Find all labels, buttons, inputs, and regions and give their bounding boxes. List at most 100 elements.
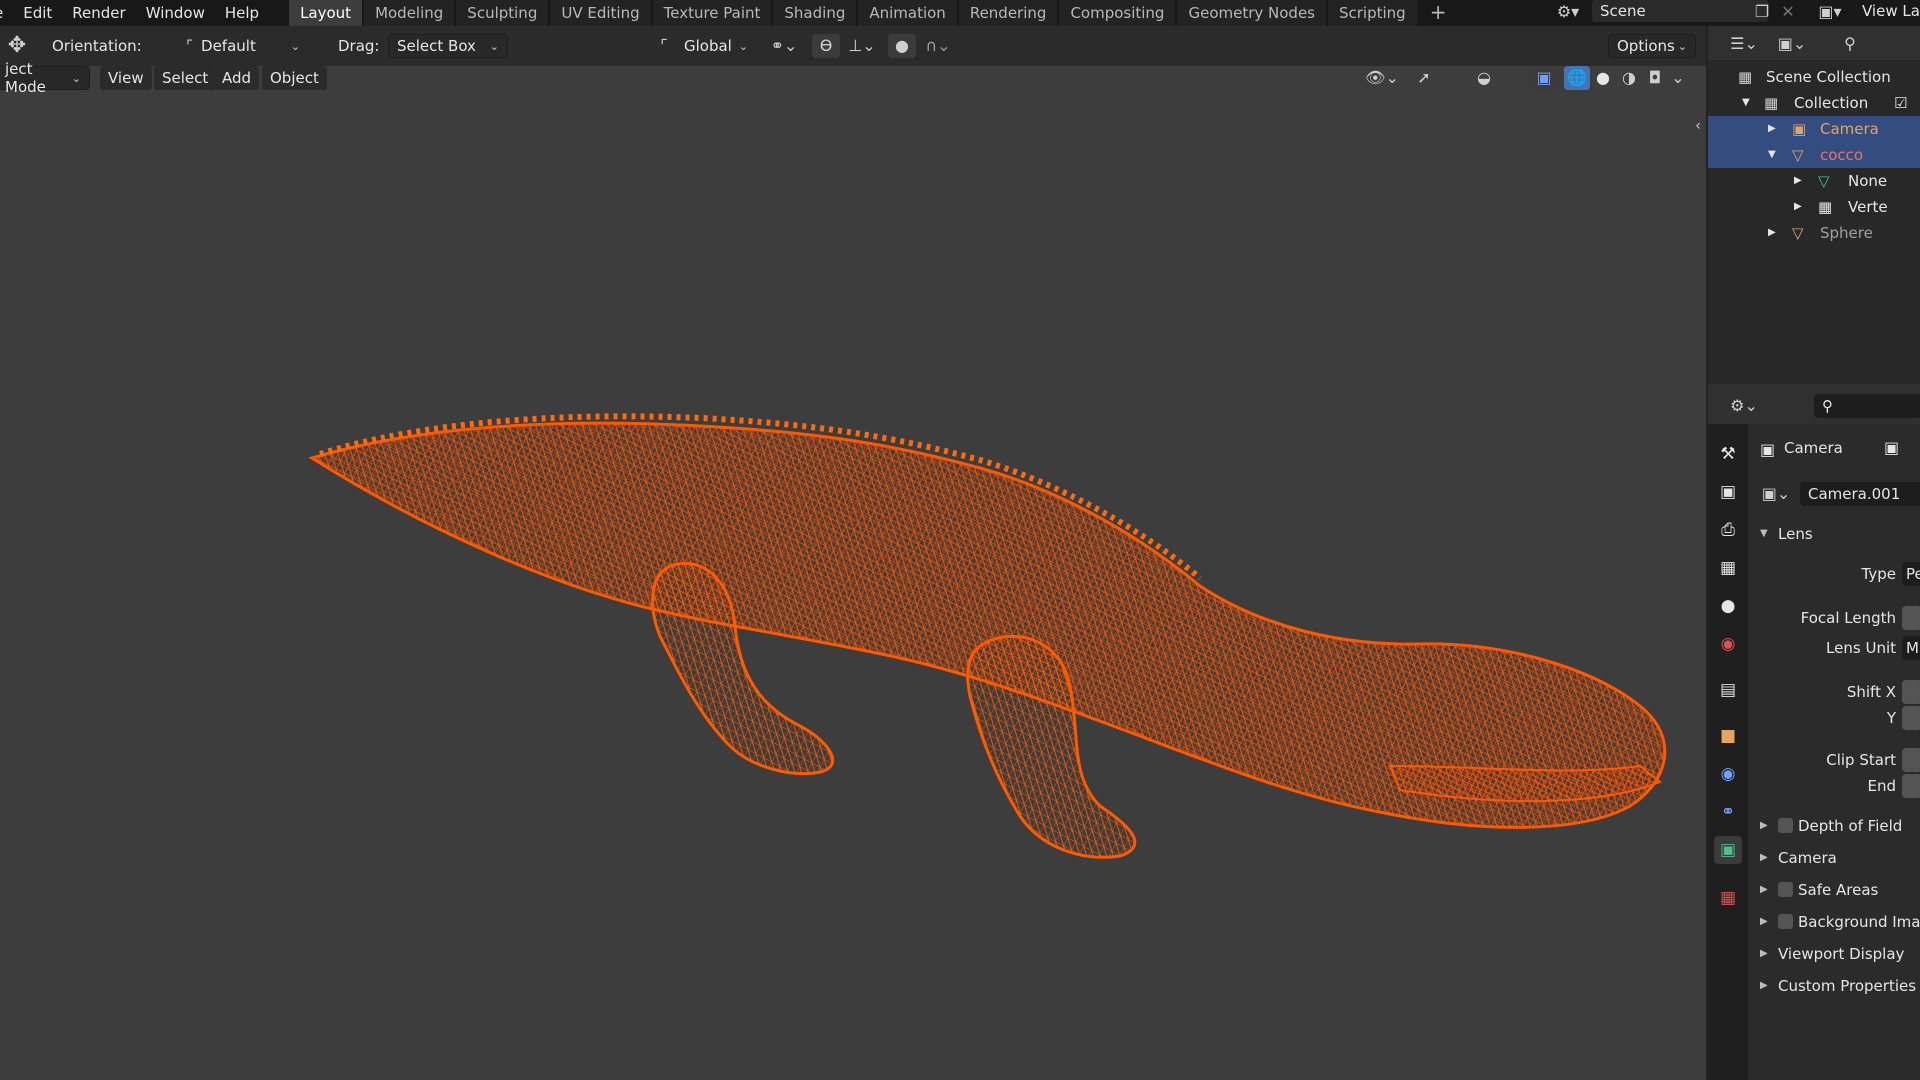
camera-icon: ▣ [1792, 120, 1807, 138]
type-label: Type [1861, 565, 1896, 583]
menu-help[interactable]: Help [215, 0, 269, 26]
collection-icon: ▦ [1764, 94, 1779, 112]
filter-icon[interactable]: ▣⌄ [1772, 32, 1812, 56]
clip-end-field[interactable] [1902, 774, 1920, 798]
drag-dropdown[interactable]: Select Box ⌄ [388, 34, 508, 58]
tab-rendering[interactable]: Rendering [958, 0, 1058, 26]
camera-data-tab-icon[interactable]: ▣ [1714, 836, 1742, 864]
collection-tab-icon[interactable]: ▤ [1714, 676, 1742, 704]
falloff-icon[interactable]: ∩⌄ [918, 34, 958, 58]
tool-tab-icon[interactable]: ⚒ [1714, 440, 1742, 468]
tool-settings-bar: ✥ Orientation: ⌜ Default ⌄ Drag: Select … [0, 26, 1708, 66]
clip-start-field[interactable] [1902, 748, 1920, 772]
options-dropdown[interactable]: Options ⌄ [1608, 34, 1696, 58]
crocodile-body [308, 413, 1667, 829]
right-editors: ☰⌄ ▣⌄ ⚲ ▦ Scene Collection ▼ ▦ Collectio… [1706, 26, 1920, 1080]
tab-layout[interactable]: Layout [289, 0, 363, 26]
menu-window[interactable]: Window [136, 0, 215, 26]
safe-areas-checkbox[interactable] [1778, 882, 1793, 897]
outliner-item-cocco[interactable]: ▼ ▽ cocco [1708, 142, 1920, 168]
panel-depth-of-field[interactable]: Depth of Field [1798, 814, 1902, 838]
scene-name: Scene [1600, 2, 1646, 20]
snap-target-icon[interactable]: ⊥⌄ [842, 34, 882, 58]
search-icon[interactable]: ⚲ [1838, 32, 1862, 56]
view-layer-icon[interactable]: ▣▾ [1812, 0, 1848, 24]
tab-geometry-nodes[interactable]: Geometry Nodes [1177, 0, 1326, 26]
depth-of-field-checkbox[interactable] [1778, 818, 1793, 833]
add-workspace-button[interactable]: + [1419, 0, 1458, 26]
panel-custom-properties[interactable]: Custom Properties [1778, 974, 1916, 998]
orientation-dropdown[interactable]: ⌜ Default ⌄ [178, 34, 308, 58]
outliner-item-none[interactable]: ▶ ▽ None [1708, 168, 1920, 194]
shift-y-field[interactable] [1902, 706, 1920, 730]
top-bar: e Edit Render Window Help Layout Modelin… [0, 0, 1920, 26]
lens-type-dropdown[interactable]: Persp [1902, 562, 1920, 586]
menu-render[interactable]: Render [62, 0, 135, 26]
camera-datablock-field[interactable]: Camera.001 [1800, 482, 1920, 506]
scene-tab-icon[interactable]: ● [1714, 592, 1742, 620]
panel-viewport-display[interactable]: Viewport Display [1778, 942, 1904, 966]
tab-modeling[interactable]: Modeling [364, 0, 455, 26]
datablock-browse-icon[interactable]: ▣⌄ [1758, 482, 1794, 506]
view-layer-name[interactable]: View La [1862, 0, 1920, 22]
outliner-item-scene-collection[interactable]: ▦ Scene Collection [1708, 64, 1920, 90]
menu-file[interactable]: e [0, 0, 13, 26]
properties-search-input[interactable]: ⚲ [1814, 394, 1920, 418]
lens-unit-value: Millim [1906, 639, 1920, 657]
snap-icon[interactable]: ϴ [812, 34, 840, 58]
tab-texture-paint[interactable]: Texture Paint [652, 0, 772, 26]
tab-animation[interactable]: Animation [858, 0, 957, 26]
outliner-item-vertex-groups[interactable]: ▶ ▦ Verte [1708, 194, 1920, 220]
object-tab-icon[interactable]: ■ [1714, 722, 1742, 750]
expand-right-icon: ▶ [1760, 820, 1768, 831]
tab-scripting[interactable]: Scripting [1328, 0, 1417, 26]
mesh-data-icon: ▽ [1818, 172, 1830, 190]
tab-compositing[interactable]: Compositing [1059, 0, 1176, 26]
collection-icon: ▦ [1738, 68, 1753, 86]
lens-panel-title[interactable]: Lens [1778, 522, 1813, 546]
properties-header: ⚙⌄ ⚲ [1708, 390, 1920, 424]
background-images-checkbox[interactable] [1778, 914, 1793, 929]
clip-end-label: End [1867, 777, 1896, 795]
transform-orientation-dropdown[interactable]: Global ⌄ [676, 34, 756, 58]
3d-viewport[interactable]: ject Mode ⌄ View Select Add Object 👁⌄ ➚ … [0, 60, 1706, 1080]
constraints-tab-icon[interactable]: ⚭ [1714, 798, 1742, 826]
move-tool-icon[interactable]: ✥ [2, 34, 32, 58]
tab-sculpting[interactable]: Sculpting [456, 0, 549, 26]
mesh-icon: ▽ [1792, 146, 1804, 164]
editor-type-icon[interactable]: ⚙⌄ [1724, 394, 1764, 418]
render-tab-icon[interactable]: ▣ [1714, 478, 1742, 506]
lens-unit-dropdown[interactable]: Millim [1902, 636, 1920, 660]
world-tab-icon[interactable]: ◉ [1714, 630, 1742, 658]
chevron-down-icon: ⌄ [290, 39, 300, 53]
scene-selector[interactable]: Scene [1592, 0, 1768, 22]
outliner-item-label: Scene Collection [1766, 68, 1891, 86]
proportional-edit-icon[interactable]: ● [888, 34, 916, 58]
display-mode-icon[interactable]: ☰⌄ [1724, 32, 1764, 56]
transform-value: Global [684, 37, 732, 55]
tab-shading[interactable]: Shading [773, 0, 857, 26]
tab-uv-editing[interactable]: UV Editing [550, 0, 651, 26]
panel-background-images[interactable]: Background Imag [1798, 910, 1920, 934]
focal-length-field[interactable] [1902, 606, 1920, 630]
output-tab-icon[interactable]: ⎙ [1714, 516, 1742, 544]
panel-safe-areas[interactable]: Safe Areas [1798, 878, 1878, 902]
panel-camera[interactable]: Camera [1778, 846, 1837, 870]
copy-scene-icon[interactable]: ❐ [1752, 0, 1772, 24]
physics-tab-icon[interactable]: ◉ [1714, 760, 1742, 788]
menu-edit[interactable]: Edit [13, 0, 62, 26]
view-layer-tab-icon[interactable]: ▦ [1714, 554, 1742, 582]
transform-orientation-icon: ⌜ [660, 36, 668, 55]
outliner-item-collection[interactable]: ▼ ▦ Collection ☑ [1708, 90, 1920, 116]
pivot-icon[interactable]: ⚭⌄ [764, 34, 804, 58]
scene-icon[interactable]: ⚙▾ [1548, 0, 1588, 24]
close-icon[interactable]: ✕ [1778, 0, 1798, 24]
outliner-item-sphere[interactable]: ▶ ▽ Sphere [1708, 220, 1920, 246]
texture-tab-icon[interactable]: ▦ [1714, 884, 1742, 912]
options-label: Options [1617, 37, 1675, 55]
outliner-item-camera[interactable]: ▶ ▣ Camera [1708, 116, 1920, 142]
mesh-icon: ▽ [1792, 224, 1804, 242]
checkbox-icon[interactable]: ☑ [1894, 90, 1907, 116]
shift-x-field[interactable] [1902, 680, 1920, 704]
expand-right-icon: ▶ [1794, 175, 1802, 186]
